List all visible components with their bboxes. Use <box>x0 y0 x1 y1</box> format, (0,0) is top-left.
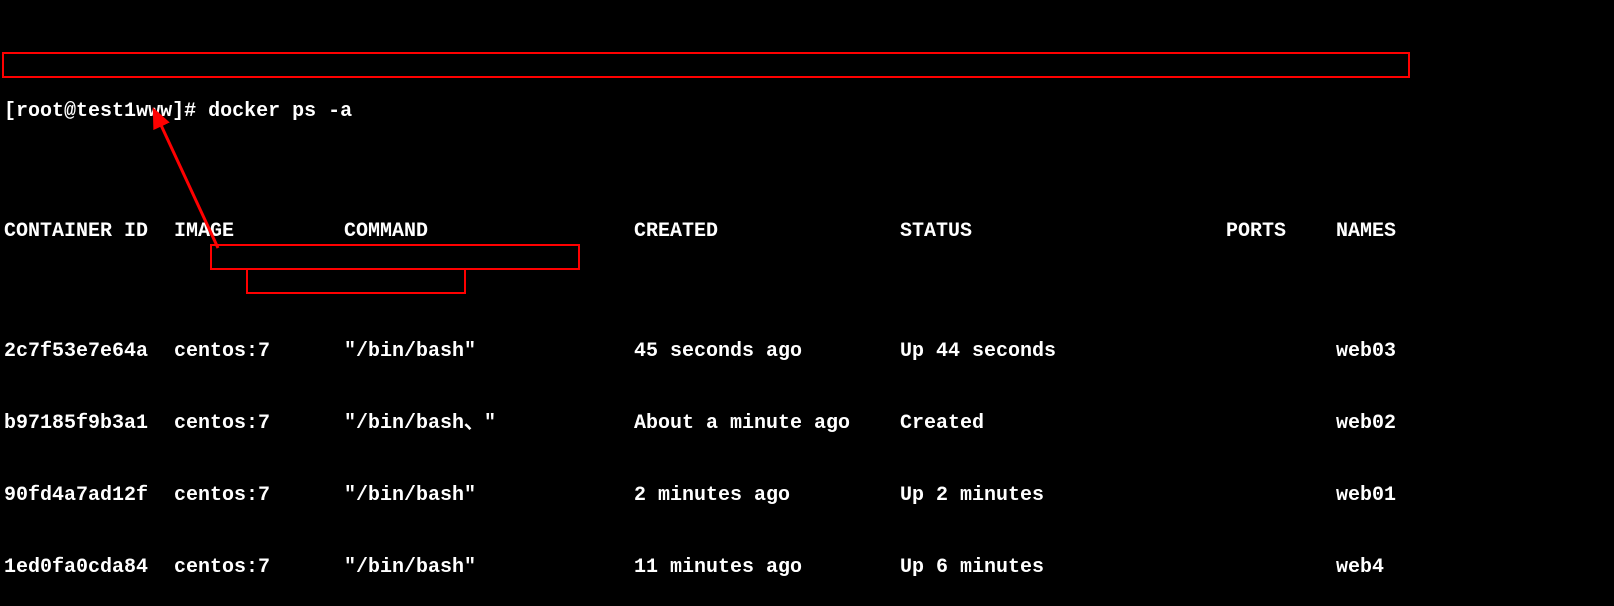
cell-image: centos:7 <box>174 556 344 580</box>
terminal-output[interactable]: [root@test1 www]# docker ps -a CONTAINER… <box>0 0 1614 606</box>
cell-id: 2c7f53e7e64a <box>4 340 174 364</box>
cell-status: Up 44 seconds <box>900 340 1226 364</box>
cell-created: About a minute ago <box>634 412 900 436</box>
header-image: IMAGE <box>174 220 344 244</box>
cell-command: "/bin/bash" <box>344 556 634 580</box>
cell-id: b97185f9b3a1 <box>4 412 174 436</box>
annotation-box-row-web03 <box>2 52 1410 78</box>
prompt-line-1: [root@test1 www]# docker ps -a <box>4 100 1614 124</box>
header-ports: PORTS <box>1226 220 1336 244</box>
cell-command: "/bin/bash" <box>344 484 634 508</box>
cell-image: centos:7 <box>174 484 344 508</box>
cell-id: 1ed0fa0cda84 <box>4 556 174 580</box>
cell-names: web4 <box>1336 556 1384 580</box>
annotation-box-docker-exec <box>210 244 580 270</box>
cell-command: "/bin/bash、" <box>344 412 634 436</box>
cell-created: 45 seconds ago <box>634 340 900 364</box>
cell-image: centos:7 <box>174 412 344 436</box>
header-names: NAMES <box>1336 220 1396 244</box>
header-command: COMMAND <box>344 220 634 244</box>
cell-created: 2 minutes ago <box>634 484 900 508</box>
header-container-id: CONTAINER ID <box>4 220 174 244</box>
cell-status: Created <box>900 412 1226 436</box>
container-row: 90fd4a7ad12fcentos:7"/bin/bash"2 minutes… <box>4 484 1614 508</box>
container-row: b97185f9b3a1centos:7"/bin/bash、"About a … <box>4 412 1614 436</box>
header-created: CREATED <box>634 220 900 244</box>
cell-id: 90fd4a7ad12f <box>4 484 174 508</box>
cell-command: "/bin/bash" <box>344 340 634 364</box>
annotation-arrow <box>0 0 1614 606</box>
header-status: STATUS <box>900 220 1226 244</box>
prompt-user: root <box>16 100 64 124</box>
prompt-host: test1 <box>76 100 136 124</box>
container-row: 2c7f53e7e64acentos:7"/bin/bash"45 second… <box>4 340 1614 364</box>
cell-status: Up 2 minutes <box>900 484 1226 508</box>
cell-names: web02 <box>1336 412 1396 436</box>
container-row: 1ed0fa0cda84centos:7"/bin/bash"11 minute… <box>4 556 1614 580</box>
cell-names: web03 <box>1336 340 1396 364</box>
ps-header-row: CONTAINER IDIMAGECOMMANDCREATEDSTATUSPOR… <box>4 220 1614 244</box>
cell-status: Up 6 minutes <box>900 556 1226 580</box>
prompt-path: www <box>136 100 172 124</box>
cell-created: 11 minutes ago <box>634 556 900 580</box>
annotation-box-ping-cmd <box>246 268 466 294</box>
cell-image: centos:7 <box>174 340 344 364</box>
cell-names: web01 <box>1336 484 1396 508</box>
command-1: docker ps -a <box>208 100 352 124</box>
